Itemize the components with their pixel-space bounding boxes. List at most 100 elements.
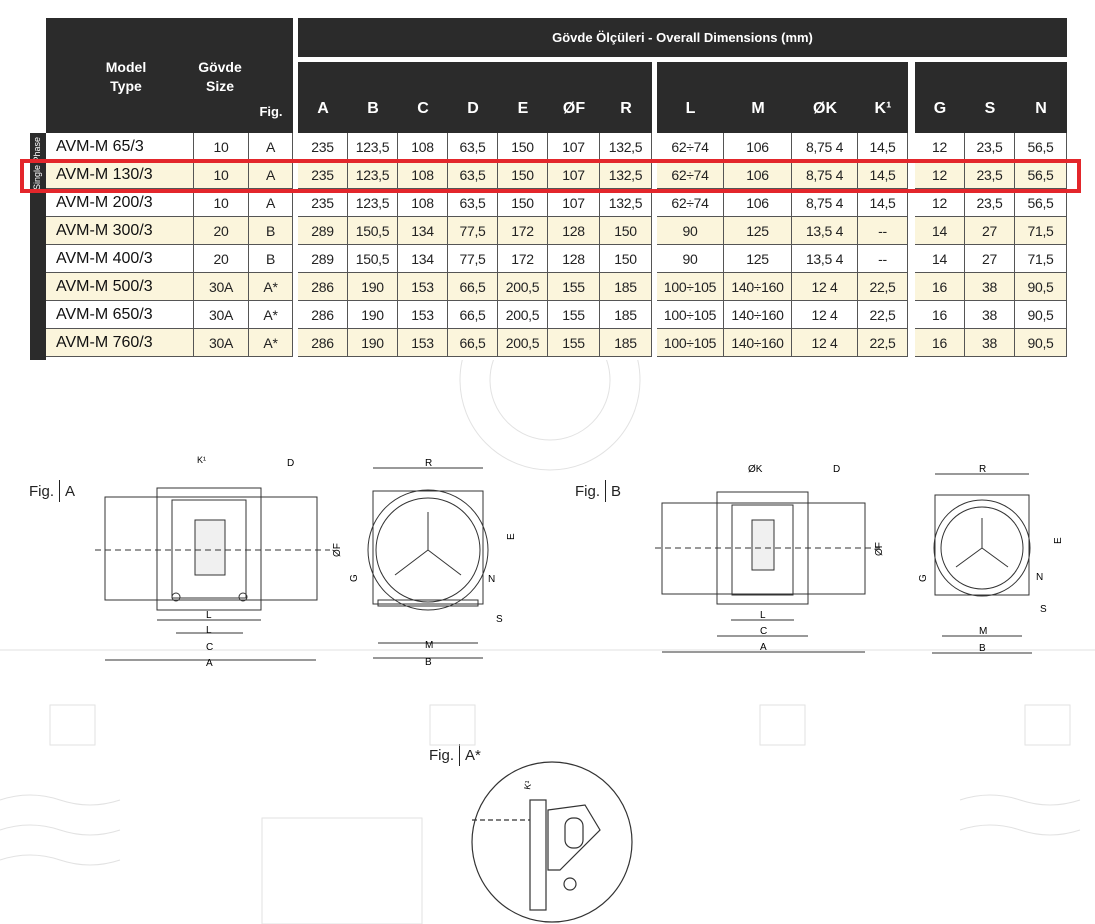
fig-cell: B bbox=[249, 217, 293, 245]
cell-r: 150 bbox=[600, 217, 652, 245]
cell-f: 128 bbox=[548, 245, 600, 273]
cell-n: 90,5 bbox=[1015, 301, 1067, 329]
size-cell: 10 bbox=[194, 133, 249, 161]
column-header-a: A bbox=[317, 100, 329, 117]
cell-g: 16 bbox=[915, 329, 965, 357]
cell-e: 172 bbox=[498, 245, 548, 273]
model-cell: AVM-M 760/3 bbox=[46, 329, 194, 357]
cell-s: 23,5 bbox=[965, 161, 1015, 189]
cell-e: 172 bbox=[498, 217, 548, 245]
cell-k: 12 4 bbox=[792, 301, 858, 329]
cell-k1: 14,5 bbox=[858, 133, 908, 161]
fig-a-c-label: C bbox=[206, 642, 213, 653]
cell-c: 108 bbox=[398, 161, 448, 189]
cell-c: 153 bbox=[398, 301, 448, 329]
cell-c: 108 bbox=[398, 189, 448, 217]
cell-k1: -- bbox=[858, 245, 908, 273]
cell-f: 107 bbox=[548, 133, 600, 161]
cell-m: 140÷160 bbox=[724, 329, 792, 357]
size-header: Gövde Size bbox=[188, 58, 252, 96]
column-header-e: E bbox=[517, 100, 529, 117]
cell-b: 190 bbox=[348, 329, 398, 357]
cell-d: 66,5 bbox=[448, 273, 498, 301]
cell-g: 12 bbox=[915, 189, 965, 217]
cell-s: 27 bbox=[965, 245, 1015, 273]
size-cell: 20 bbox=[194, 217, 249, 245]
cell-f: 155 bbox=[548, 329, 600, 357]
column-header-d: D bbox=[467, 100, 479, 117]
fig-b-a-label: A bbox=[760, 642, 767, 653]
cell-a: 235 bbox=[298, 189, 348, 217]
column-header-g: G bbox=[933, 100, 947, 117]
fig-cell: A* bbox=[249, 301, 293, 329]
size-cell: 10 bbox=[194, 161, 249, 189]
cell-l: 62÷74 bbox=[657, 133, 724, 161]
cell-m: 125 bbox=[724, 217, 792, 245]
cell-k: 12 4 bbox=[792, 329, 858, 357]
fig-a-s-label: S bbox=[496, 614, 503, 625]
cell-r: 185 bbox=[600, 301, 652, 329]
cell-d: 63,5 bbox=[448, 133, 498, 161]
fig-b-s-label: S bbox=[1040, 604, 1047, 615]
cell-g: 14 bbox=[915, 245, 965, 273]
cell-a: 235 bbox=[298, 161, 348, 189]
cell-r: 185 bbox=[600, 273, 652, 301]
cell-e: 200,5 bbox=[498, 329, 548, 357]
fig-cell: A* bbox=[249, 329, 293, 357]
fig-b-d-label: D bbox=[833, 464, 840, 475]
cell-a: 289 bbox=[298, 245, 348, 273]
cell-f: 107 bbox=[548, 161, 600, 189]
fig-a-k1-label: K¹ bbox=[197, 455, 206, 465]
size-cell: 30A bbox=[194, 329, 249, 357]
fig-b-b-label: B bbox=[979, 643, 986, 654]
cell-d: 77,5 bbox=[448, 245, 498, 273]
column-header-k1: K¹ bbox=[874, 100, 892, 117]
fig-a-r-label: R bbox=[425, 458, 432, 469]
fig-a-m-label: M bbox=[425, 640, 433, 651]
model-cell: AVM-M 650/3 bbox=[46, 301, 194, 329]
cell-c: 153 bbox=[398, 329, 448, 357]
cell-e: 200,5 bbox=[498, 273, 548, 301]
cell-n: 56,5 bbox=[1015, 133, 1067, 161]
cell-c: 134 bbox=[398, 217, 448, 245]
fig-b-f-label: ØF bbox=[874, 542, 885, 556]
technical-drawings: K¹ D L L C A ØF R M B E G N S ØK D L C A… bbox=[0, 360, 1095, 924]
fig-a-end-view bbox=[367, 467, 489, 659]
cell-m: 140÷160 bbox=[724, 301, 792, 329]
fig-astar-k1-label: K¹ bbox=[522, 780, 533, 791]
cell-f: 107 bbox=[548, 189, 600, 217]
fig-b-side-view bbox=[655, 491, 880, 653]
cell-m: 106 bbox=[724, 189, 792, 217]
cell-b: 190 bbox=[348, 273, 398, 301]
column-header-group-2 bbox=[657, 62, 908, 133]
fig-a-a-label: A bbox=[206, 658, 213, 669]
column-header-s: S bbox=[984, 100, 996, 117]
cell-n: 90,5 bbox=[1015, 273, 1067, 301]
cell-s: 38 bbox=[965, 273, 1015, 301]
fig-a-f-label: ØF bbox=[332, 543, 343, 557]
cell-n: 90,5 bbox=[1015, 329, 1067, 357]
cell-b: 123,5 bbox=[348, 189, 398, 217]
cell-c: 134 bbox=[398, 245, 448, 273]
size-cell: 30A bbox=[194, 301, 249, 329]
cell-k: 13,5 4 bbox=[792, 217, 858, 245]
column-header-n: N bbox=[1035, 100, 1047, 117]
cell-n: 71,5 bbox=[1015, 217, 1067, 245]
cell-r: 132,5 bbox=[600, 189, 652, 217]
cell-k1: 22,5 bbox=[858, 301, 908, 329]
cell-l: 90 bbox=[657, 245, 724, 273]
column-header-f: ØF bbox=[562, 100, 586, 117]
column-header-group-1 bbox=[298, 62, 652, 133]
cell-a: 235 bbox=[298, 133, 348, 161]
cell-c: 108 bbox=[398, 133, 448, 161]
model-cell: AVM-M 500/3 bbox=[46, 273, 194, 301]
cell-b: 150,5 bbox=[348, 217, 398, 245]
column-header-r: R bbox=[620, 100, 632, 117]
cell-g: 16 bbox=[915, 273, 965, 301]
cell-k1: -- bbox=[858, 217, 908, 245]
cell-a: 289 bbox=[298, 217, 348, 245]
cell-l: 100÷105 bbox=[657, 273, 724, 301]
fig-cell: A bbox=[249, 161, 293, 189]
size-cell: 30A bbox=[194, 273, 249, 301]
cell-l: 100÷105 bbox=[657, 329, 724, 357]
